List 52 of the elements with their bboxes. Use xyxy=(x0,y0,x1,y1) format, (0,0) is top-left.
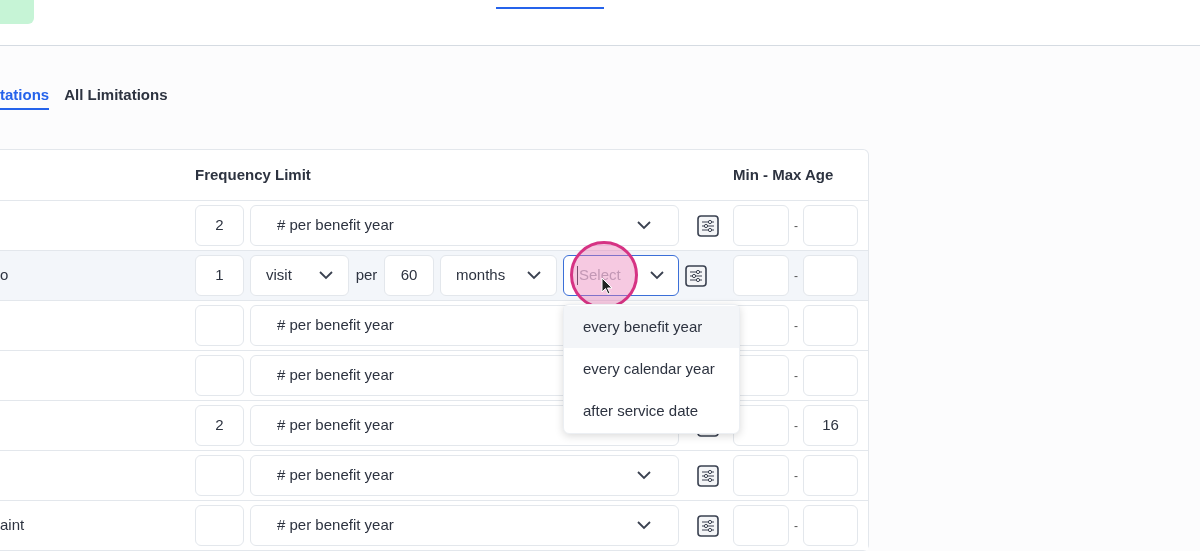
number-field[interactable] xyxy=(195,355,244,396)
range-dash: - xyxy=(793,267,799,285)
number-field[interactable] xyxy=(733,405,789,446)
number-field[interactable] xyxy=(733,455,789,496)
number-field[interactable] xyxy=(195,505,244,546)
per-label: per xyxy=(354,265,379,286)
number-field[interactable]: 1 xyxy=(195,255,244,296)
number-field[interactable] xyxy=(803,505,858,546)
number-field[interactable] xyxy=(803,255,858,296)
select-field[interactable]: visit xyxy=(250,255,349,296)
chevron-down-icon xyxy=(527,271,541,280)
range-dash: - xyxy=(793,217,799,235)
row-label: o xyxy=(0,266,9,284)
number-field[interactable] xyxy=(803,305,858,346)
chevron-down-icon xyxy=(650,271,664,280)
number-field[interactable]: 2 xyxy=(195,205,244,246)
number-field[interactable] xyxy=(195,305,244,346)
chevron-down-icon xyxy=(637,221,651,230)
number-field[interactable] xyxy=(195,455,244,496)
number-field[interactable] xyxy=(733,505,789,546)
number-field[interactable] xyxy=(803,355,858,396)
dropdown-option[interactable]: every benefit year xyxy=(564,306,739,348)
chevron-down-icon xyxy=(319,271,333,280)
number-field[interactable] xyxy=(803,205,858,246)
number-field[interactable] xyxy=(803,455,858,496)
select-field[interactable]: # per benefit year xyxy=(250,455,679,496)
settings-icon[interactable] xyxy=(697,464,719,487)
select-field[interactable]: # per benefit year xyxy=(250,505,679,546)
chevron-down-icon xyxy=(637,521,651,530)
column-header: Min - Max Age xyxy=(733,164,834,185)
number-field[interactable]: 60 xyxy=(384,255,434,296)
tab[interactable]: All Limitations xyxy=(64,86,168,110)
number-field[interactable]: 2 xyxy=(195,405,244,446)
range-dash: - xyxy=(793,367,799,385)
select-field[interactable]: months xyxy=(440,255,557,296)
select-field[interactable]: # per benefit year xyxy=(250,205,679,246)
settings-icon[interactable] xyxy=(697,214,719,237)
number-field[interactable]: 16 xyxy=(803,405,858,446)
tab[interactable]: tations xyxy=(0,86,50,110)
number-field[interactable] xyxy=(733,255,789,296)
text-caret xyxy=(577,266,578,285)
number-field[interactable] xyxy=(733,205,789,246)
range-dash: - xyxy=(793,417,799,435)
column-header: Frequency Limit xyxy=(195,164,312,185)
status-pill xyxy=(0,0,34,24)
range-dash: - xyxy=(793,317,799,335)
settings-icon[interactable] xyxy=(685,264,707,287)
range-dash: - xyxy=(793,517,799,535)
chevron-down-icon xyxy=(637,471,651,480)
range-dash: - xyxy=(793,467,799,485)
settings-icon[interactable] xyxy=(697,514,719,537)
row-label: aint xyxy=(0,516,25,534)
